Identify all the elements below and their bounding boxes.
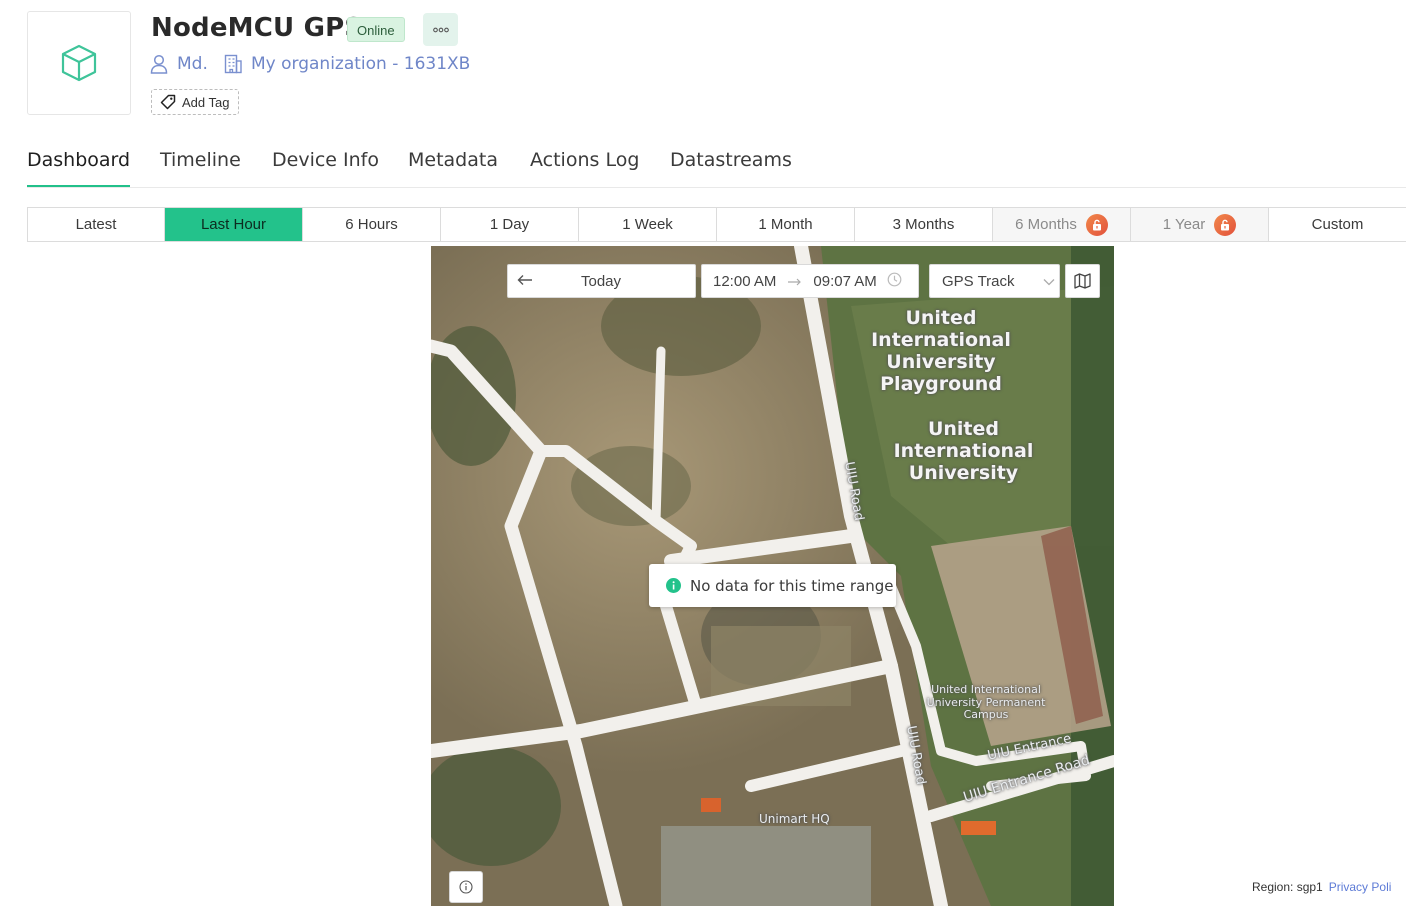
range-1-month[interactable]: 1 Month — [717, 208, 855, 241]
tab-metadata[interactable]: Metadata — [408, 145, 498, 187]
back-arrow-icon[interactable] — [517, 273, 533, 290]
range-label: Last Hour — [200, 216, 267, 233]
tab-dashboard[interactable]: Dashboard — [27, 145, 131, 187]
tab-actions-log[interactable]: Actions Log — [530, 145, 639, 187]
info-icon — [459, 880, 473, 894]
device-thumbnail — [27, 11, 131, 115]
device-tabs: Dashboard Timeline Device Info Metadata … — [27, 145, 1406, 188]
clock-icon — [887, 272, 902, 291]
more-options-button[interactable] — [423, 13, 458, 46]
date-label: Today — [581, 272, 622, 290]
organization-name: My organization - 1631XB — [251, 54, 471, 74]
cube-icon — [61, 44, 97, 82]
range-1-year[interactable]: 1 Year — [1131, 208, 1269, 241]
map-label-playground: United International University Playgrou… — [871, 307, 1011, 395]
range-3-months[interactable]: 3 Months — [855, 208, 993, 241]
range-label: Custom — [1311, 216, 1364, 233]
lock-icon — [1214, 213, 1237, 236]
building-icon — [224, 54, 242, 74]
add-tag-label: Add Tag — [182, 94, 230, 110]
range-6-hours[interactable]: 6 Hours — [303, 208, 441, 241]
device-name: NodeMCU GPS — [151, 13, 364, 43]
user-icon — [150, 54, 168, 74]
no-data-message: No data for this time range — [649, 564, 896, 607]
range-last-hour[interactable]: Last Hour — [165, 208, 303, 241]
add-tag-button[interactable]: Add Tag — [151, 89, 240, 115]
owner-name: Md. — [177, 54, 208, 74]
layer-select-value: GPS Track — [942, 272, 1015, 290]
range-label: 6 Hours — [345, 216, 398, 233]
page-footer: Region: sgp1 Privacy Poli — [1252, 880, 1391, 894]
time-range-input[interactable]: 12:00 AM 09:07 AM — [701, 264, 919, 298]
time-range-selector: Latest Last Hour 6 Hours 1 Day 1 Week 1 … — [27, 207, 1406, 242]
info-circle-icon — [666, 578, 681, 593]
map-attribution-button[interactable] — [449, 871, 483, 903]
status-badge: Online — [347, 17, 405, 42]
arrow-right-icon — [788, 273, 802, 290]
tab-timeline[interactable]: Timeline — [160, 145, 241, 187]
owner-link[interactable]: Md. — [150, 54, 208, 74]
tag-icon — [160, 94, 176, 110]
map-label-university: United International University — [893, 418, 1034, 484]
range-6-months[interactable]: 6 Months — [993, 208, 1131, 241]
map-icon — [1074, 273, 1091, 289]
chevron-down-icon — [1043, 273, 1055, 290]
range-label: 3 Months — [892, 216, 955, 233]
gps-map[interactable]: United International University Playgrou… — [431, 246, 1114, 906]
map-label-permanent-campus: United International University Permanen… — [926, 683, 1046, 722]
organization-link[interactable]: My organization - 1631XB — [224, 54, 470, 74]
privacy-link[interactable]: Privacy Poli — [1329, 880, 1392, 894]
start-time[interactable]: 12:00 AM — [713, 273, 776, 290]
ellipsis-icon — [432, 27, 449, 32]
map-view-button[interactable] — [1065, 264, 1100, 298]
end-time[interactable]: 09:07 AM — [813, 273, 876, 290]
range-latest[interactable]: Latest — [28, 208, 165, 241]
map-label-unimart: Unimart HQ — [759, 812, 830, 826]
range-1-day[interactable]: 1 Day — [441, 208, 579, 241]
no-data-text: No data for this time range — [690, 576, 894, 595]
range-custom[interactable]: Custom — [1269, 208, 1406, 241]
layer-select[interactable]: GPS Track — [929, 264, 1060, 298]
tab-device-info[interactable]: Device Info — [272, 145, 379, 187]
range-label: 1 Day — [489, 216, 530, 233]
range-1-week[interactable]: 1 Week — [579, 208, 717, 241]
date-picker[interactable]: Today — [507, 264, 696, 298]
range-label: Latest — [75, 216, 117, 233]
lock-icon — [1085, 213, 1108, 236]
range-label: 1 Week — [622, 216, 673, 233]
region-label: Region: sgp1 — [1252, 880, 1323, 894]
tab-datastreams[interactable]: Datastreams — [670, 145, 792, 187]
range-label: 1 Year — [1162, 216, 1206, 233]
range-label: 1 Month — [758, 216, 813, 233]
range-label: 6 Months — [1015, 216, 1077, 233]
